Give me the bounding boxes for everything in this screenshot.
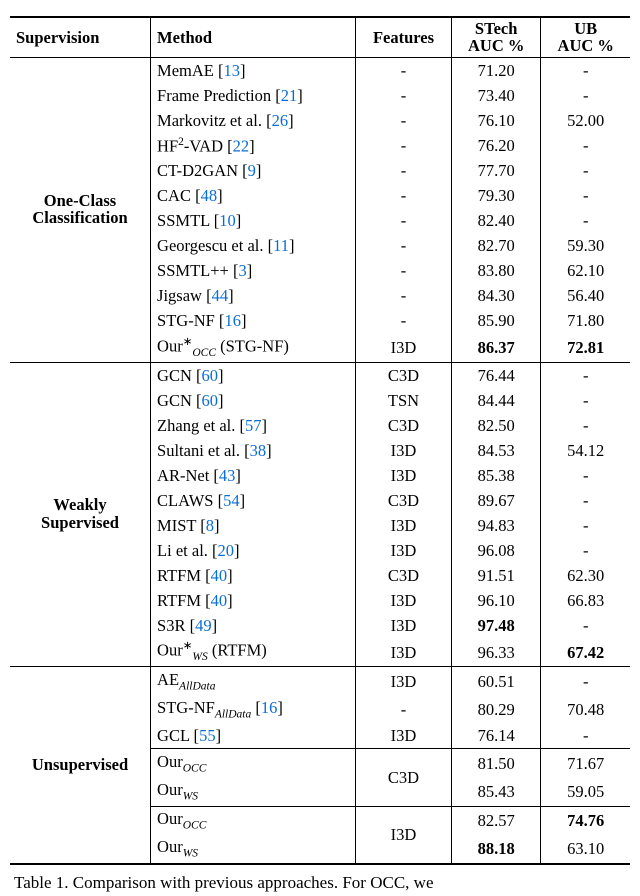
cite-link[interactable]: 10: [219, 211, 236, 230]
cite-link[interactable]: 16: [261, 698, 278, 717]
col-features: Features: [356, 17, 452, 58]
cite-link[interactable]: 44: [212, 286, 229, 305]
cite-link[interactable]: 20: [218, 541, 235, 560]
supervision-unsup: Unsupervised: [10, 667, 151, 864]
cite-link[interactable]: 40: [211, 566, 228, 585]
col-stech: STechAUC %: [451, 17, 541, 58]
cite-link[interactable]: 54: [223, 491, 240, 510]
cite-link[interactable]: 49: [195, 616, 212, 635]
cite-link[interactable]: 3: [238, 261, 246, 280]
table-row: Unsupervised AEAllData I3D60.51-: [10, 667, 630, 696]
cite-link[interactable]: 13: [224, 61, 241, 80]
col-ub: UBAUC %: [541, 17, 630, 58]
cite-link[interactable]: 26: [272, 111, 289, 130]
supervision-ws: WeaklySupervised: [10, 362, 151, 667]
cite-link[interactable]: 9: [248, 161, 256, 180]
cite-link[interactable]: 22: [233, 137, 250, 156]
cite-link[interactable]: 55: [199, 726, 216, 745]
cite-link[interactable]: 11: [273, 236, 289, 255]
table-row: WeaklySupervised GCN [60] C3D76.44-: [10, 362, 630, 388]
table-caption: Table 1. Comparison with previous approa…: [10, 873, 630, 893]
cite-link[interactable]: 38: [250, 441, 267, 460]
supervision-occ: One-ClassClassification: [10, 58, 151, 363]
cite-link[interactable]: 60: [202, 366, 219, 385]
cite-link[interactable]: 40: [211, 591, 228, 610]
table-row: One-ClassClassification MemAE [13] - 71.…: [10, 58, 630, 84]
cite-link[interactable]: 57: [245, 416, 262, 435]
cite-link[interactable]: 16: [224, 311, 241, 330]
cite-link[interactable]: 48: [201, 186, 218, 205]
col-method: Method: [151, 17, 356, 58]
cite-link[interactable]: 60: [202, 391, 219, 410]
cite-link[interactable]: 21: [281, 86, 298, 105]
cite-link[interactable]: 43: [219, 466, 236, 485]
cite-link[interactable]: 8: [206, 516, 214, 535]
col-supervision: Supervision: [10, 17, 151, 58]
results-table: Supervision Method Features STechAUC % U…: [10, 16, 630, 865]
